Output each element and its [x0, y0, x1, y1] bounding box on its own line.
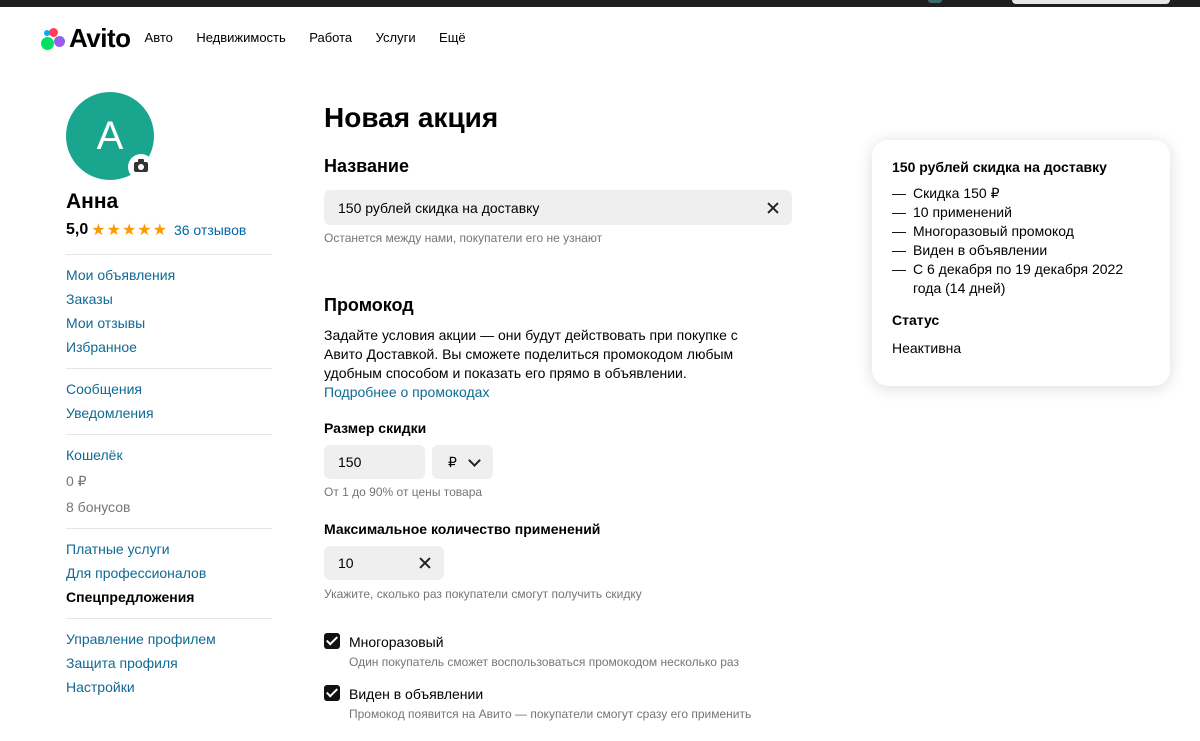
sidebar-item-messages[interactable]: Сообщения — [66, 381, 142, 397]
sidebar-item-paid-services[interactable]: Платные услуги — [66, 541, 170, 557]
top-bar-chip — [1012, 0, 1170, 4]
summary-status-value: Неактивна — [892, 340, 962, 356]
summary-list: — Скидка 150 ₽ —10 применений — Многоразов… — [892, 184, 1150, 298]
currency-value: ₽ — [448, 453, 457, 470]
page-title: Новая акция — [324, 102, 499, 133]
visible-in-ad-hint: Промокод появится на Авито — покупатели … — [349, 707, 752, 721]
max-uses-input-value: 10 — [338, 555, 354, 571]
sidebar-item-profile-security[interactable]: Защита профиля — [66, 655, 178, 671]
sidebar-item-profile-management[interactable]: Управление профилем — [66, 631, 216, 647]
rating-value: 5,0 — [66, 221, 89, 238]
star-icon: ★ — [106, 222, 121, 239]
star-icon: ★ — [91, 222, 106, 239]
promo-learn-more-link[interactable]: Подробнее о промокодах — [324, 384, 489, 400]
user-name: Анна — [66, 190, 119, 213]
summary-item: — С 6 декабря по 19 декабря 2022 года (14… — [892, 261, 1124, 296]
discount-hint: От 1 до 90% от цены товара — [324, 485, 483, 499]
name-input-value: 150 рублей скидка на доставку — [338, 199, 540, 216]
reusable-checkbox[interactable] — [324, 633, 340, 649]
reusable-hint: Один покупатель сможет воспользоваться п… — [349, 655, 739, 669]
max-uses-input[interactable]: 10 — [324, 546, 444, 580]
nav-more[interactable]: Ещё — [439, 30, 466, 45]
name-input[interactable]: 150 рублей скидка на доставку — [324, 190, 792, 225]
top-bar-indicator — [928, 0, 942, 3]
promo-description: Задайте условия акции — они будут действ… — [324, 327, 738, 381]
browser-top-bar — [0, 0, 1200, 7]
rating: 5,0 ★ ★ ★ ★ ★ 36 отзывов — [66, 220, 246, 240]
visible-in-ad-checkbox[interactable] — [324, 685, 340, 701]
summary-status-label: Статус — [892, 312, 940, 328]
sidebar-item-notifications[interactable]: Уведомления — [66, 405, 154, 421]
sidebar-item-orders[interactable]: Заказы — [66, 291, 113, 307]
promo-section-heading: Промокод — [324, 295, 414, 315]
sidebar-item-my-reviews[interactable]: Мои отзывы — [66, 315, 145, 331]
camera-icon[interactable] — [128, 154, 154, 180]
main-nav: Авто Недвижимость Работа Услуги Ещё — [145, 29, 485, 47]
sidebar-divider — [66, 528, 272, 529]
visible-in-ad-label[interactable]: Виден в объявлении — [349, 686, 483, 702]
discount-input-value: 150 — [338, 454, 362, 470]
nav-services[interactable]: Услуги — [376, 30, 416, 45]
wallet-bonuses: 8 бонусов — [66, 499, 131, 515]
logo-text: Avito — [69, 22, 131, 53]
sidebar-item-favorites[interactable]: Избранное — [66, 339, 137, 355]
currency-select[interactable]: ₽ — [432, 445, 493, 479]
site-header: Avito Авто Недвижимость Работа Услуги Ещ… — [40, 22, 485, 54]
sidebar-item-wallet[interactable]: Кошелёк — [66, 447, 123, 463]
discount-input[interactable]: 150 — [324, 445, 425, 479]
max-uses-hint: Укажите, сколько раз покупатели смогут п… — [324, 587, 642, 601]
sidebar-divider — [66, 368, 272, 369]
max-uses-label: Максимальное количество применений — [324, 521, 601, 537]
name-section-heading: Название — [324, 156, 409, 176]
sidebar-item-settings[interactable]: Настройки — [66, 679, 135, 695]
sidebar-divider — [66, 618, 272, 619]
summary-item: — Многоразовый промокод — [892, 223, 1074, 239]
sidebar-item-for-pros[interactable]: Для профессионалов — [66, 565, 206, 581]
summary-title: 150 рублей скидка на доставку — [892, 159, 1107, 175]
nav-auto[interactable]: Авто — [145, 30, 173, 45]
star-icon: ★ — [152, 222, 167, 239]
promo-summary-card: 150 рублей скидка на доставку — Скидка 15… — [872, 140, 1170, 386]
summary-item: — Скидка 150 ₽ — [892, 185, 1000, 201]
star-icon: ★ — [121, 222, 137, 239]
name-hint: Останется между нами, покупатели его не … — [324, 231, 603, 245]
sidebar-item-special-offers[interactable]: Спецпредложения — [66, 589, 194, 605]
summary-item: — Виден в объявлении — [892, 242, 1048, 258]
reviews-link[interactable]: 36 отзывов — [174, 222, 246, 238]
clear-icon[interactable] — [766, 201, 780, 215]
nav-realty[interactable]: Недвижимость — [196, 30, 285, 45]
star-icon: ★ — [137, 222, 152, 239]
nav-jobs[interactable]: Работа — [309, 30, 352, 45]
discount-label: Размер скидки — [324, 420, 427, 436]
summary-item: —10 применений — [892, 204, 1012, 220]
reusable-label[interactable]: Многоразовый — [349, 634, 444, 650]
avito-logo[interactable]: Avito — [40, 23, 131, 54]
sidebar-divider — [66, 254, 272, 255]
sidebar-divider — [66, 434, 272, 435]
chevron-down-icon — [468, 454, 481, 467]
clear-icon[interactable] — [418, 556, 432, 570]
avito-logo-icon — [40, 25, 66, 51]
sidebar-item-my-ads[interactable]: Мои объявления — [66, 267, 175, 283]
wallet-balance: 0 ₽ — [66, 473, 87, 489]
